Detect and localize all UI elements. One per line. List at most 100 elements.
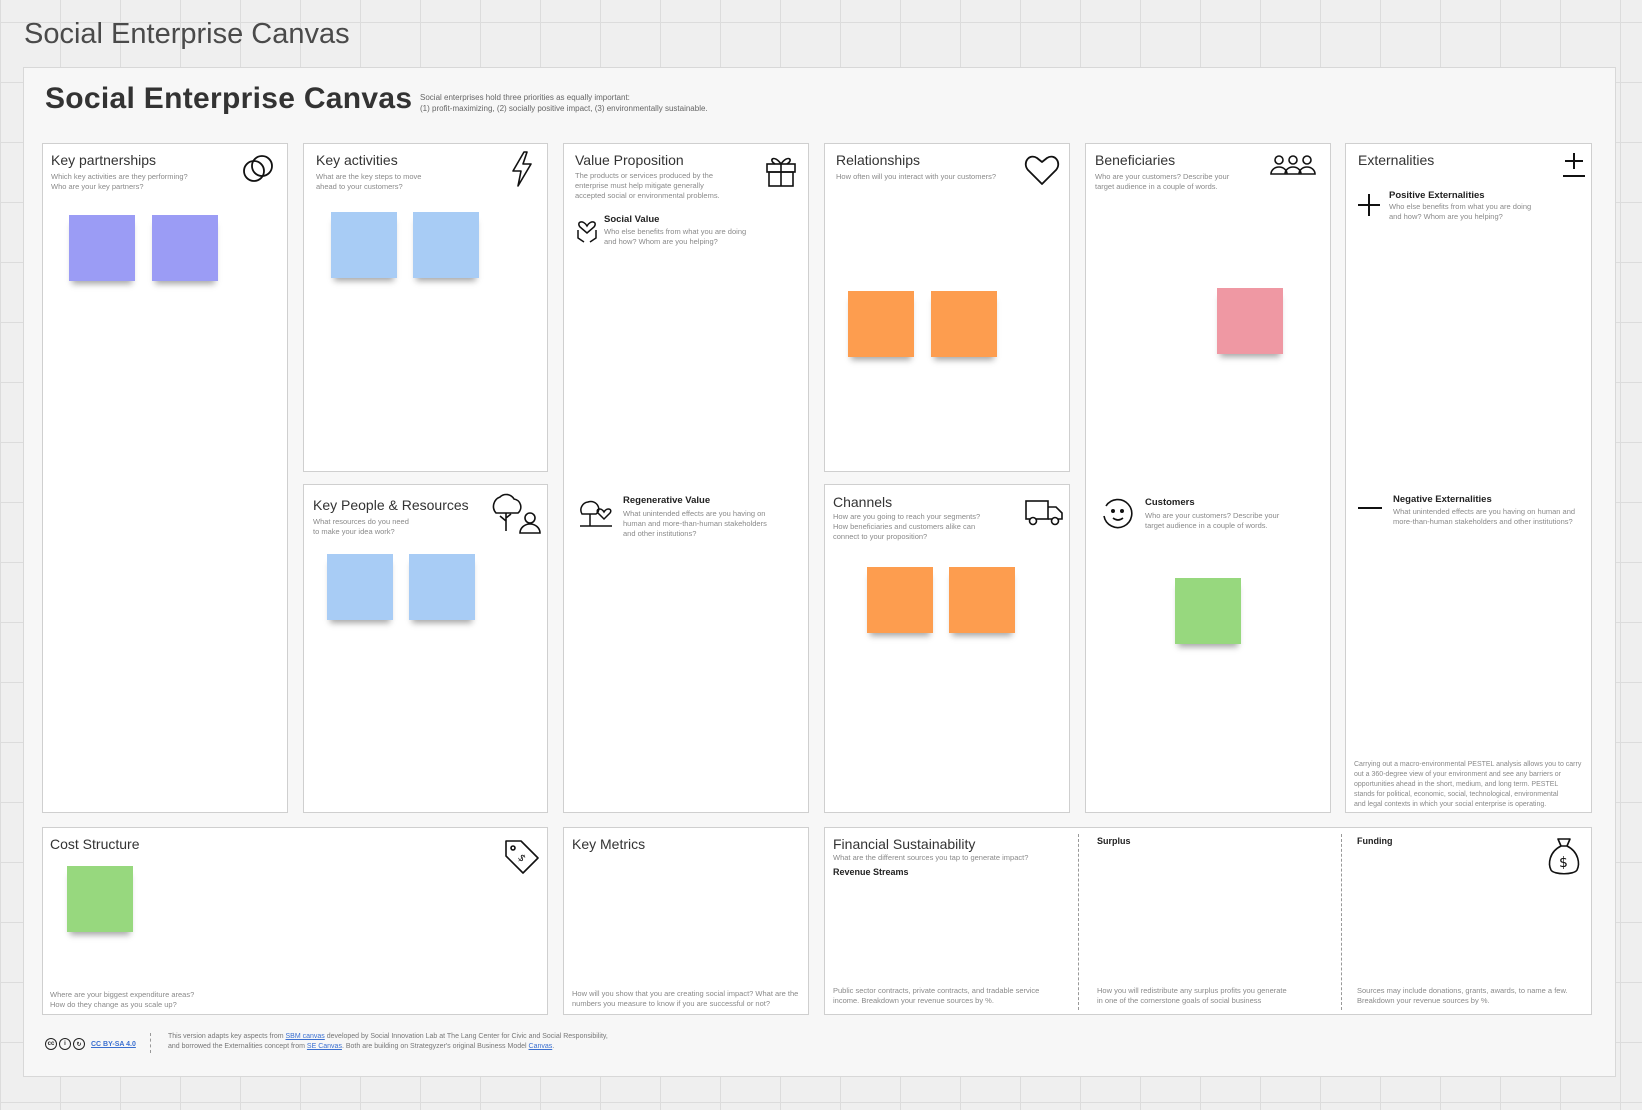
- desc-line: What unintended effects are you having o…: [1393, 507, 1576, 516]
- panel-key-partnerships[interactable]: Key partnerships Which key activities ar…: [42, 143, 288, 813]
- panel-title: Value Proposition: [575, 152, 684, 168]
- panel-key-metrics[interactable]: Key Metrics How will you show that you a…: [563, 827, 809, 1015]
- surplus-title: Surplus: [1097, 836, 1131, 846]
- desc-line: How often will you interact with your cu…: [836, 172, 997, 181]
- panel-value-proposition[interactable]: Value Proposition The products or servic…: [563, 143, 809, 813]
- desc-line: target audience in a couple of words.: [1095, 182, 1218, 191]
- panel-financial-sustainability[interactable]: Financial Sustainability What are the di…: [824, 827, 1592, 1015]
- panel-description: Where are your biggest expenditure areas…: [50, 990, 194, 1010]
- attribution-text-part: This version adapts key aspects from: [168, 1033, 284, 1040]
- attribution-line-1: This version adapts key aspects from SBM…: [168, 1032, 608, 1042]
- positive-externalities-description: Who else benefits from what you are doin…: [1389, 202, 1531, 222]
- section-divider: [1078, 834, 1079, 1010]
- desc-line: How beneficiaries and customers alike ca…: [833, 522, 976, 531]
- desc-line: How are you going to reach your segments…: [833, 512, 981, 521]
- panel-key-activities[interactable]: Key activities What are the key steps to…: [303, 143, 548, 472]
- revenue-streams-description: Public sector contracts, private contrac…: [833, 986, 1039, 1006]
- panel-description: What are the key steps to move ahead to …: [316, 172, 421, 192]
- panel-title: Key Metrics: [572, 836, 646, 852]
- desc-line: How you will redistribute any surplus pr…: [1097, 986, 1287, 995]
- desc-line: What are the key steps to move: [316, 172, 422, 181]
- plus-icon: [1356, 192, 1382, 218]
- sticky-note[interactable]: [152, 215, 218, 281]
- negative-externalities-description: What unintended effects are you having o…: [1393, 507, 1575, 527]
- lightning-icon: [509, 150, 535, 188]
- sticky-note[interactable]: [331, 212, 397, 278]
- attribution-line-2: and borrowed the Externalities concept f…: [168, 1042, 608, 1052]
- panel-title: Externalities: [1358, 152, 1435, 168]
- desc-line: How do they change as you scale up?: [50, 1000, 177, 1009]
- panel-relationships[interactable]: Relationships How often will you interac…: [824, 143, 1070, 472]
- panel-key-people-resources[interactable]: Key People & Resources What resources do…: [303, 484, 548, 813]
- desc-line: stands for political, economic, social, …: [1354, 791, 1559, 798]
- truck-icon: [1024, 497, 1064, 527]
- panel-description: Which key activities are they performing…: [51, 172, 188, 192]
- sticky-note[interactable]: [327, 554, 393, 620]
- panel-channels[interactable]: Channels How are you going to reach your…: [824, 484, 1070, 813]
- license-label[interactable]: CC BY-SA 4.0: [91, 1041, 136, 1048]
- face-icon: [1100, 496, 1134, 530]
- sticky-note[interactable]: [949, 567, 1015, 633]
- svg-text:$: $: [1559, 855, 1568, 871]
- heart-icon: [1024, 154, 1060, 186]
- panel-description: What resources do you need to make your …: [313, 517, 409, 537]
- sticky-note[interactable]: [1175, 578, 1241, 644]
- desc-line: Carrying out a macro-environmental PESTE…: [1354, 761, 1582, 768]
- social-value-title: Social Value: [604, 214, 660, 225]
- business-model-canvas-link[interactable]: Canvas: [529, 1043, 553, 1050]
- se-canvas-link[interactable]: SE Canvas: [307, 1043, 342, 1050]
- desc-line: Who are your customers? Describe your: [1145, 511, 1280, 520]
- desc-line: What resources do you need: [313, 517, 409, 526]
- sticky-note[interactable]: [931, 291, 997, 357]
- intro-line-1: Social enterprises hold three priorities…: [420, 93, 630, 102]
- sticky-note[interactable]: [413, 212, 479, 278]
- desc-line: and how? Whom are you helping?: [604, 237, 718, 246]
- panel-description: What are the different sources you tap t…: [833, 853, 1029, 862]
- desc-line: numbers you measure to know if you are s…: [572, 999, 771, 1008]
- sticky-note[interactable]: [867, 567, 933, 633]
- price-tag-icon: $: [503, 838, 541, 876]
- desc-line: The products or services produced by the: [575, 171, 713, 180]
- sticky-note[interactable]: [848, 291, 914, 357]
- desc-line: accepted social or environmental problem…: [575, 191, 720, 200]
- panel-cost-structure[interactable]: Cost Structure $ Where are your biggest …: [42, 827, 548, 1015]
- panel-title: Financial Sustainability: [833, 836, 976, 852]
- license-badge[interactable]: cc i ↻ CC BY-SA 4.0: [45, 1038, 136, 1050]
- panel-title: Key People & Resources: [313, 497, 469, 513]
- page-title: Social Enterprise Canvas: [45, 82, 413, 115]
- intro-line-2: (1) profit-maximizing, (2) socially posi…: [420, 104, 708, 113]
- panel-title: Beneficiaries: [1095, 152, 1176, 168]
- board-name: Social Enterprise Canvas: [24, 18, 350, 50]
- desc-line: opportunities ahead in the short, medium…: [1354, 781, 1559, 788]
- panel-description: How are you going to reach your segments…: [833, 512, 980, 542]
- sticky-note[interactable]: [1217, 288, 1283, 354]
- desc-line: out a 360-degree view of your environmen…: [1354, 771, 1562, 778]
- link-icon: [239, 150, 277, 188]
- intro-text: Social enterprises hold three priorities…: [420, 92, 708, 114]
- panel-title: Relationships: [836, 152, 921, 168]
- desc-line: and legal contexts in which your social …: [1354, 801, 1547, 808]
- attribution-text-part: developed by Social Innovation Lab at Th…: [326, 1033, 608, 1040]
- by-icon: i: [59, 1038, 71, 1050]
- panel-externalities[interactable]: Externalities Positive Externalities Who…: [1345, 143, 1592, 813]
- panel-description: How often will you interact with your cu…: [836, 172, 996, 182]
- hand-heart-icon: [574, 214, 600, 244]
- pestel-note: Carrying out a macro-environmental PESTE…: [1354, 760, 1581, 810]
- sticky-note[interactable]: [69, 215, 135, 281]
- desc-line: more-than-human stakeholders and other i…: [1393, 517, 1573, 526]
- panel-title: Key activities: [316, 152, 398, 168]
- cc-icon: cc: [45, 1038, 57, 1050]
- sticky-note[interactable]: [409, 554, 475, 620]
- sticky-note[interactable]: [67, 866, 133, 932]
- negative-externalities-title: Negative Externalities: [1393, 494, 1492, 505]
- people-icon: [1270, 154, 1316, 176]
- panel-title: Cost Structure: [50, 836, 140, 852]
- desc-line: Sources may include donations, grants, a…: [1357, 986, 1568, 995]
- panel-title: Channels: [833, 494, 893, 510]
- panel-beneficiaries[interactable]: Beneficiaries Who are your customers? De…: [1085, 143, 1331, 813]
- desc-line: Public sector contracts, private contrac…: [833, 986, 1040, 995]
- panel-description: How will you show that you are creating …: [572, 989, 798, 1009]
- funding-title: Funding: [1357, 836, 1393, 846]
- revenue-streams-title: Revenue Streams: [833, 867, 909, 877]
- sbm-canvas-link[interactable]: SBM canvas: [286, 1033, 325, 1040]
